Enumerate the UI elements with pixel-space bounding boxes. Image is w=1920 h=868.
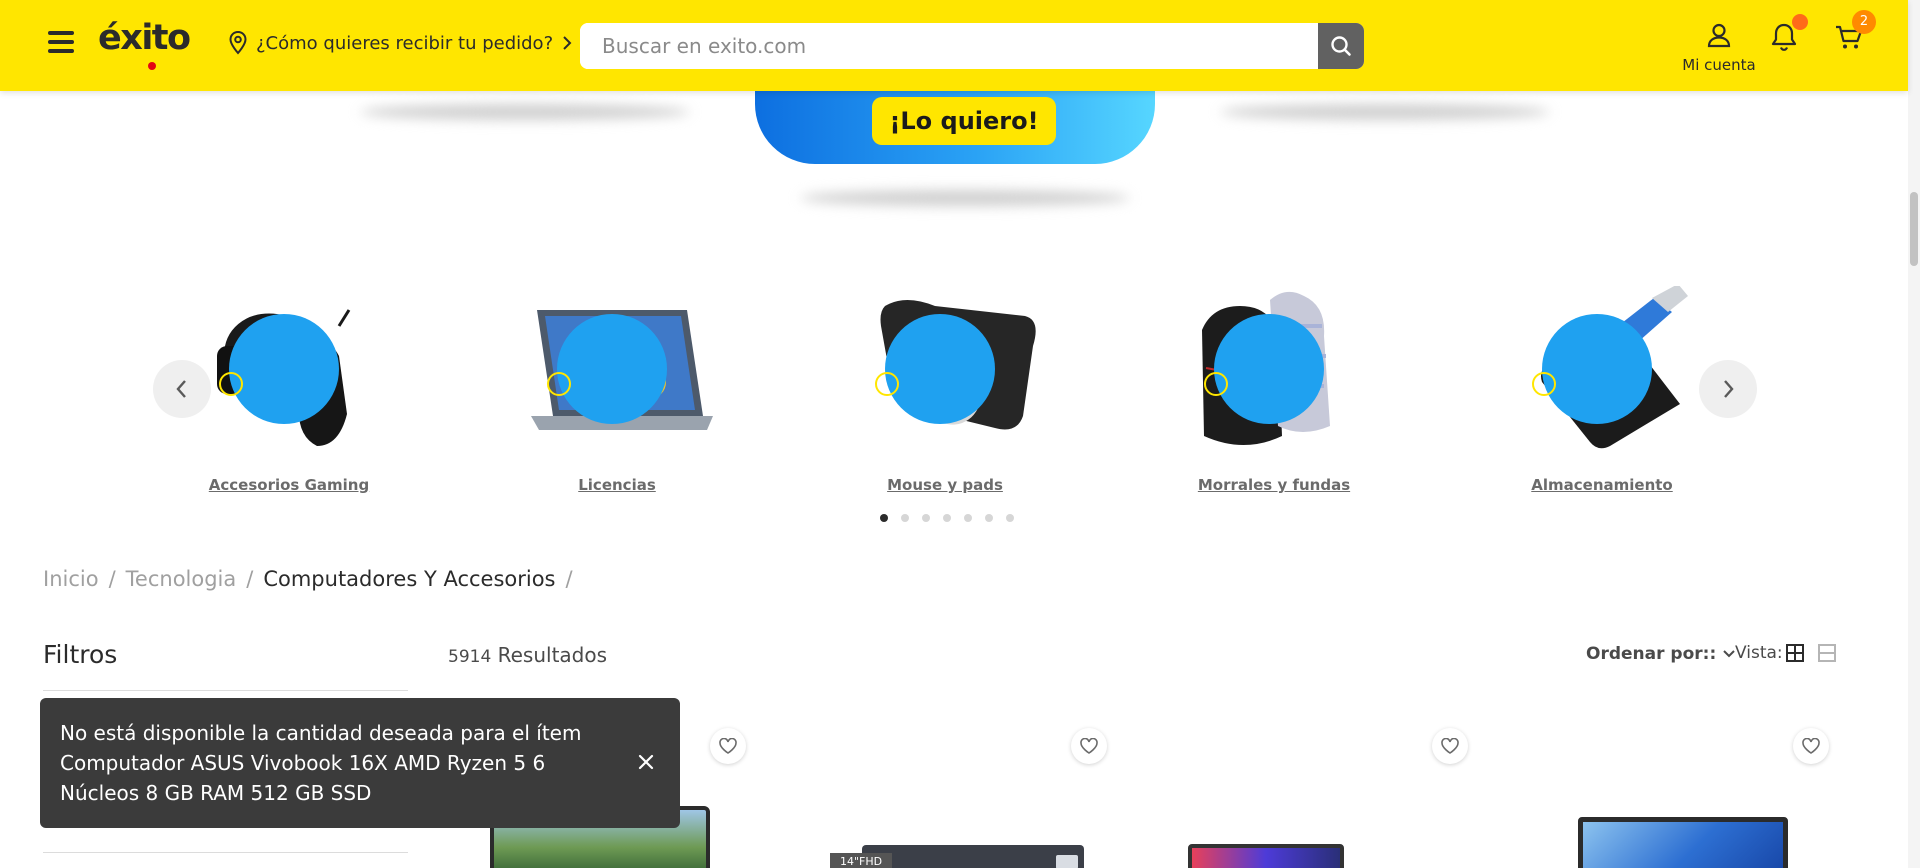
search-icon: [1331, 36, 1351, 56]
carousel-dot[interactable]: [964, 514, 972, 522]
results-label: Resultados: [497, 643, 608, 667]
chevron-right-icon: [563, 36, 572, 50]
mouse-pad-icon: [845, 286, 1045, 456]
sort-dropdown[interactable]: Ordenar por::: [1586, 644, 1736, 664]
list-view-icon[interactable]: [1818, 644, 1836, 662]
heart-icon: [1802, 738, 1820, 754]
category-label: Accesorios Gaming: [208, 476, 370, 494]
error-toast: No está disponible la cantidad deseada p…: [40, 698, 680, 828]
exito-logo[interactable]: éxito: [98, 18, 191, 70]
chevron-right-icon: [1724, 380, 1734, 398]
view-label: Vista:: [1735, 643, 1783, 663]
logo-dot: [148, 62, 156, 70]
carousel-dot[interactable]: [880, 514, 888, 522]
product-image[interactable]: [1578, 817, 1788, 868]
heart-icon: [719, 738, 737, 754]
product-tag: 14"FHD: [830, 853, 892, 868]
breadcrumb-computadores[interactable]: Computadores Y Accesorios: [263, 567, 555, 591]
account-label: Mi cuenta: [1682, 56, 1756, 74]
carousel-dot[interactable]: [943, 514, 951, 522]
cart-button[interactable]: 2: [1834, 10, 1876, 54]
favorite-button[interactable]: [1793, 728, 1829, 764]
category-label: Almacenamiento: [1531, 476, 1673, 494]
external-drive-icon: [1502, 284, 1702, 456]
carousel-pagination: [880, 514, 1014, 522]
breadcrumb-separator: /: [246, 567, 254, 591]
heart-icon: [1441, 738, 1459, 754]
filters-divider: [43, 690, 408, 691]
cart-count-badge: 2: [1852, 10, 1876, 34]
carousel-next-button[interactable]: [1699, 360, 1757, 418]
filters-title: Filtros: [43, 640, 118, 669]
filters-divider: [43, 852, 408, 853]
close-icon[interactable]: [634, 750, 658, 774]
carousel-dot[interactable]: [1006, 514, 1014, 522]
breadcrumb-separator: /: [108, 567, 116, 591]
notifications-button[interactable]: [1770, 14, 1808, 54]
search-bar: [580, 23, 1364, 69]
banner-shadow-right: [1220, 104, 1550, 120]
location-pin-icon: [229, 31, 247, 55]
breadcrumb-separator: /: [565, 567, 573, 591]
scrollbar-thumb[interactable]: [1910, 192, 1918, 266]
category-label: Licencias: [578, 476, 656, 494]
notification-dot: [1792, 14, 1808, 30]
favorite-button[interactable]: [710, 728, 746, 764]
breadcrumb-inicio[interactable]: Inicio: [43, 567, 99, 591]
user-icon: [1707, 23, 1731, 48]
grid-view-icon[interactable]: [1786, 644, 1804, 662]
account-button[interactable]: Mi cuenta: [1680, 22, 1758, 74]
carousel-dot[interactable]: [985, 514, 993, 522]
banner-shadow-bottom: [800, 190, 1130, 206]
search-input[interactable]: [580, 23, 1318, 69]
logo-text: éxito: [98, 18, 191, 58]
breadcrumb: Inicio / Tecnologia / Computadores Y Acc…: [43, 567, 573, 591]
delivery-selector[interactable]: ¿Cómo quieres recibir tu pedido?: [228, 31, 573, 55]
banner-shadow-left: [360, 104, 690, 120]
backpack-icon: [1174, 286, 1374, 456]
heart-icon: [1080, 738, 1098, 754]
search-button[interactable]: [1318, 23, 1364, 69]
toast-message: No está disponible la cantidad deseada p…: [60, 721, 582, 805]
delivery-label: ¿Cómo quieres recibir tu pedido?: [256, 32, 554, 54]
results-number: 5914: [448, 647, 492, 667]
gaming-headset-mouse-icon: [189, 286, 389, 456]
carousel-dot[interactable]: [922, 514, 930, 522]
breadcrumb-tecnologia[interactable]: Tecnologia: [126, 567, 237, 591]
banner-cta-button[interactable]: ¡Lo quiero!: [872, 97, 1056, 145]
category-label: Morrales y fundas: [1197, 476, 1351, 494]
favorite-button[interactable]: [1071, 728, 1107, 764]
laptop-shield-icon: [517, 286, 717, 456]
favorite-button[interactable]: [1432, 728, 1468, 764]
page-scrollbar[interactable]: [1908, 0, 1920, 868]
top-header: éxito ¿Cómo quieres recibir tu pedido? M…: [0, 0, 1908, 91]
sort-label: Ordenar por::: [1586, 644, 1717, 664]
category-label: Mouse y pads: [887, 476, 1003, 494]
product-image[interactable]: [1188, 844, 1344, 868]
carousel-dot[interactable]: [901, 514, 909, 522]
chevron-left-icon: [176, 380, 186, 398]
product-image[interactable]: 14"FHD: [830, 845, 1084, 868]
results-count: 5914 Resultados: [448, 643, 607, 667]
hamburger-menu-icon[interactable]: [48, 31, 74, 57]
